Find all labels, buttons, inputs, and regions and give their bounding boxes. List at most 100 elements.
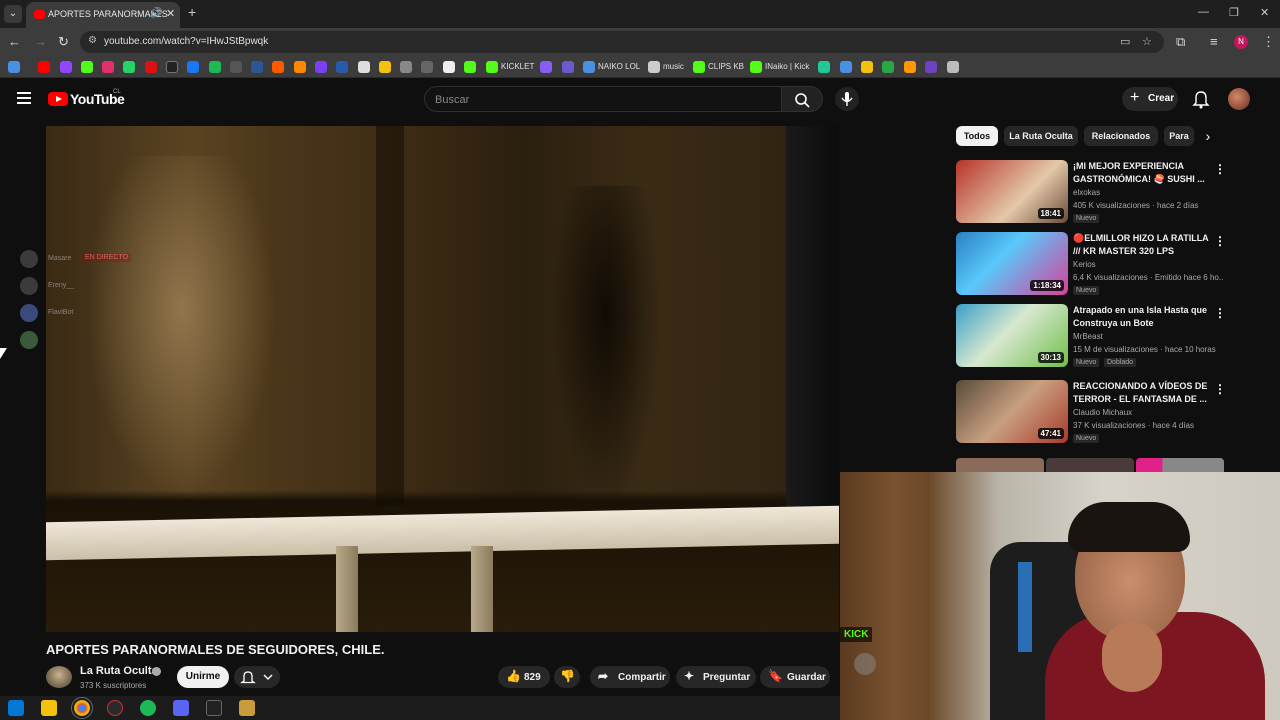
site-info-icon[interactable]: ⚙ xyxy=(88,35,97,46)
close-window-icon[interactable]: ✕ xyxy=(1260,6,1269,19)
video-thumbnail[interactable]: 30:13 xyxy=(956,304,1068,367)
bookmark-yellow-icon[interactable] xyxy=(379,61,391,73)
bookmark-spotify-icon[interactable] xyxy=(209,61,221,73)
bookmark-star-icon[interactable]: ☆ xyxy=(1142,35,1152,48)
profile-avatar[interactable]: N xyxy=(1234,35,1248,49)
bookmark-kicklet-icon[interactable] xyxy=(486,61,498,73)
bookmark-music-icon[interactable] xyxy=(648,61,660,73)
recommendation-title[interactable]: REACCIONANDO A VÍDEOS DE TERROR - EL FAN… xyxy=(1073,380,1213,406)
obs-taskbar-icon[interactable] xyxy=(107,700,123,716)
hamburger-menu-icon[interactable] xyxy=(17,92,31,104)
video-thumbnail[interactable] xyxy=(1136,458,1224,472)
bookmark-navy-icon[interactable] xyxy=(336,61,348,73)
bookmark-blue-icon[interactable] xyxy=(251,61,263,73)
league-taskbar-icon[interactable] xyxy=(239,700,255,716)
bookmark-teal-icon[interactable] xyxy=(818,61,830,73)
discord-taskbar-icon[interactable] xyxy=(173,700,189,716)
bookmark-yellow2-icon[interactable] xyxy=(861,61,873,73)
more-options-icon[interactable]: ⋮ xyxy=(1214,306,1226,320)
spotify-taskbar-icon[interactable] xyxy=(140,700,156,716)
bookmark-kick-icon[interactable] xyxy=(81,61,93,73)
channel-name[interactable]: La Ruta Oculta xyxy=(80,665,158,677)
channel-avatar[interactable] xyxy=(46,666,72,688)
browser-menu-icon[interactable]: ⋮ xyxy=(1262,34,1275,50)
app-taskbar-icon[interactable] xyxy=(206,700,222,716)
recommendation-channel[interactable]: Kerios xyxy=(1073,260,1096,269)
dislike-button[interactable]: 👎 xyxy=(554,666,580,688)
bookmark-green-icon[interactable] xyxy=(464,61,476,73)
address-bar[interactable]: ⚙ youtube.com/watch?v=IHwJStBpwqk ▭ ☆ xyxy=(80,31,1164,53)
bookmark-whatsapp-icon[interactable] xyxy=(123,61,135,73)
bookmark-orange-icon[interactable] xyxy=(272,61,284,73)
chrome-taskbar-icon[interactable] xyxy=(71,697,93,719)
close-tab-icon[interactable]: ✕ xyxy=(166,7,175,20)
recommendation-card[interactable]: 18:41 ¡MI MEJOR EXPERIENCIA GASTRONÓMICA… xyxy=(956,160,1232,226)
bookmark-u-icon[interactable] xyxy=(904,61,916,73)
bookmark-soundcloud-icon[interactable] xyxy=(294,61,306,73)
recommendation-title[interactable]: ¡MI MEJOR EXPERIENCIA GASTRONÓMICA! 🍣 SU… xyxy=(1073,160,1213,186)
recommendation-channel[interactable]: MrBeast xyxy=(1073,332,1103,341)
video-thumbnail[interactable]: 47:41 xyxy=(956,380,1068,443)
recommendation-channel[interactable]: Claudio Michaux xyxy=(1073,408,1132,417)
like-button[interactable]: 👍 829 xyxy=(498,666,550,688)
video-thumbnail[interactable] xyxy=(956,458,1044,472)
tab-search-button[interactable]: ⌄ xyxy=(4,5,22,23)
bookmark-cat-icon[interactable] xyxy=(400,61,412,73)
video-thumbnail[interactable] xyxy=(1046,458,1134,472)
forward-arrow-icon[interactable]: → xyxy=(34,34,47,49)
bookmark-green2-icon[interactable] xyxy=(882,61,894,73)
share-button[interactable]: ➦ Compartir xyxy=(590,666,670,688)
recommendation-title[interactable]: 🔴ELMILLOR HIZO LA RATILLA /// KR MASTER … xyxy=(1073,232,1213,258)
bookmark-red-icon[interactable] xyxy=(145,61,157,73)
bookmark-shield-icon[interactable] xyxy=(562,61,574,73)
notifications-button[interactable] xyxy=(1192,89,1210,109)
recommendation-title[interactable]: Atrapado en una Isla Hasta que Construya… xyxy=(1073,304,1213,330)
bookmark-instagram-icon[interactable] xyxy=(102,61,114,73)
windows-start-icon[interactable] xyxy=(8,700,24,716)
minimize-window-icon[interactable]: — xyxy=(1198,6,1209,18)
account-avatar[interactable] xyxy=(1228,88,1250,110)
search-input[interactable] xyxy=(435,91,765,109)
bookmark-youtube-icon[interactable] xyxy=(38,61,50,73)
restore-window-icon[interactable]: ❐ xyxy=(1229,6,1239,19)
cast-icon[interactable]: ▭ xyxy=(1120,35,1130,48)
youtube-logo-icon[interactable] xyxy=(48,92,68,106)
bookmark-clips-kb-icon[interactable] xyxy=(693,61,705,73)
bookmark-clips-kb-label[interactable]: CLIPS KB xyxy=(708,62,744,71)
subscription-bell-button[interactable] xyxy=(234,666,280,688)
chip-all[interactable]: Todos xyxy=(956,126,998,146)
bookmark-naiko-lol-icon[interactable] xyxy=(583,61,595,73)
bookmark-music-label[interactable]: music xyxy=(663,62,684,71)
bookmark-facebook-icon[interactable] xyxy=(187,61,199,73)
video-thumbnail[interactable]: 1:18:34 xyxy=(956,232,1068,295)
bookmark-white-icon[interactable] xyxy=(358,61,370,73)
back-arrow-icon[interactable]: ← xyxy=(8,34,21,49)
ask-button[interactable]: ✦ Preguntar xyxy=(676,666,756,688)
more-options-icon[interactable]: ⋮ xyxy=(1214,234,1226,248)
file-explorer-icon[interactable] xyxy=(41,700,57,716)
bookmark-naiko-lol-label[interactable]: NAIKO LOL xyxy=(598,62,640,71)
bookmark-discord-icon[interactable] xyxy=(540,61,552,73)
url-text[interactable]: youtube.com/watch?v=IHwJStBpwqk xyxy=(104,36,268,47)
join-button[interactable]: Unirme xyxy=(177,666,229,688)
apps-grid-icon[interactable] xyxy=(8,61,20,73)
bookmark-bars-icon[interactable] xyxy=(840,61,852,73)
extensions-icon[interactable]: ⧉ xyxy=(1176,34,1185,50)
save-button[interactable]: 🔖 Guardar xyxy=(760,666,830,688)
recommendation-card[interactable]: 47:41 REACCIONANDO A VÍDEOS DE TERROR - … xyxy=(956,380,1232,446)
media-controls-icon[interactable]: ≡ xyxy=(1210,34,1218,49)
recommendation-channel[interactable]: elxokas xyxy=(1073,188,1100,197)
bookmark-kicklet-label[interactable]: KICKLET xyxy=(501,62,534,71)
chip-related[interactable]: Relacionados xyxy=(1084,126,1158,146)
create-button[interactable]: + Crear xyxy=(1122,87,1178,111)
chevron-right-icon[interactable]: › xyxy=(1198,126,1218,146)
reload-icon[interactable]: ↻ xyxy=(58,34,69,50)
bookmark-twitch-icon[interactable] xyxy=(60,61,72,73)
more-options-icon[interactable]: ⋮ xyxy=(1214,162,1226,176)
bookmark-light-icon[interactable] xyxy=(947,61,959,73)
video-player[interactable] xyxy=(46,126,839,632)
bookmark-inaiko-kick-icon[interactable] xyxy=(750,61,762,73)
new-tab-button[interactable]: + xyxy=(188,4,196,20)
bookmark-violet-icon[interactable] xyxy=(925,61,937,73)
search-box[interactable] xyxy=(424,86,782,112)
